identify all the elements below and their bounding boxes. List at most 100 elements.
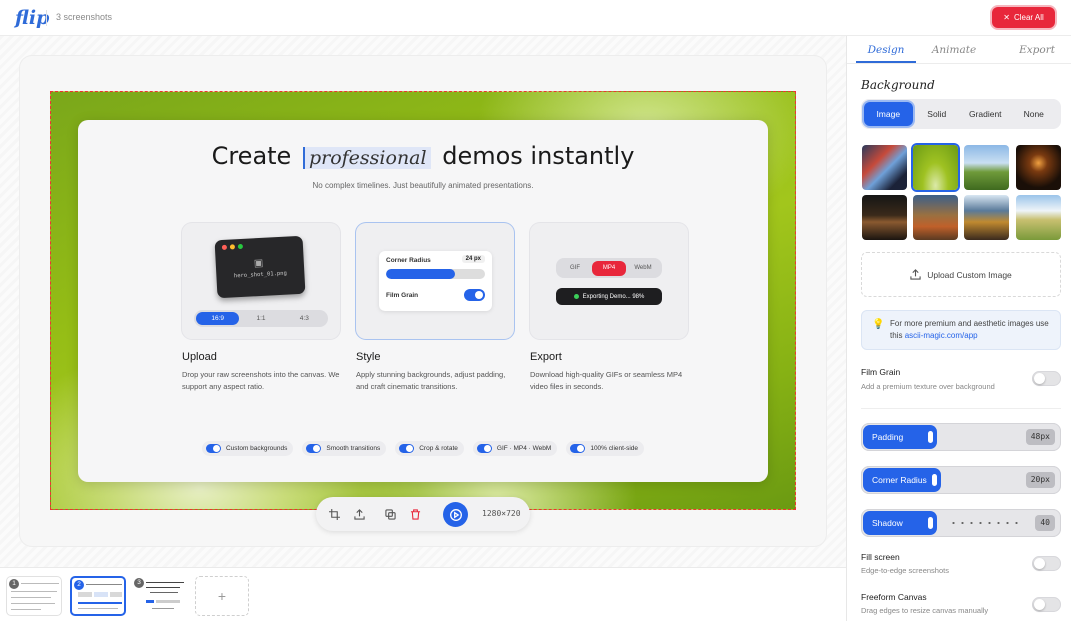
- corner-radius-value[interactable]: 20px: [1025, 472, 1055, 488]
- divider: [46, 10, 47, 26]
- feature-desc: Download high-quality GIFs or seamless M…: [530, 370, 683, 391]
- toggle-icon: [570, 444, 586, 453]
- chip: GIF · MP4 · WebM: [472, 441, 558, 456]
- corner-radius-bar: [386, 269, 485, 279]
- feature-card-style: Corner Radius 24 px Film Grain: [356, 223, 514, 339]
- shadow-slider[interactable]: Shadow 40: [861, 509, 1061, 537]
- padding-slider[interactable]: Padding 48px: [861, 423, 1061, 451]
- play-icon: [449, 508, 462, 521]
- trash-icon[interactable]: [407, 506, 423, 522]
- aspect-ratio-toggle: 16:9 1:1 4:3: [194, 310, 328, 327]
- bg-swatch-2[interactable]: [913, 145, 958, 190]
- corner-radius-fill: [386, 269, 455, 279]
- chip: 100% client-side: [566, 441, 645, 456]
- tab-design[interactable]: Design: [856, 44, 916, 56]
- slide-thumbnail-1[interactable]: 1: [6, 576, 62, 616]
- bg-swatch-4[interactable]: [1016, 145, 1061, 190]
- freeform-canvas-toggle[interactable]: [1032, 597, 1061, 612]
- export-progress: Exporting Demo... 98%: [556, 288, 662, 305]
- freeform-canvas-label: Freeform Canvas: [861, 592, 927, 602]
- duplicate-icon[interactable]: [382, 506, 398, 522]
- bg-swatch-5[interactable]: [862, 195, 907, 240]
- ratio-4-3: 4:3: [299, 315, 309, 322]
- slider-ticks: [949, 522, 1019, 524]
- feature-title: Export: [530, 351, 562, 363]
- feature-card-export: GIF MP4 WebM Exporting Demo... 98%: [530, 223, 688, 339]
- bg-swatch-7[interactable]: [964, 195, 1009, 240]
- toggle-icon: [476, 444, 492, 453]
- format-toggle: GIF MP4 WebM: [556, 258, 662, 278]
- tab-export[interactable]: Export: [1007, 44, 1067, 56]
- corner-radius-value: 24 px: [461, 255, 485, 263]
- slide-thumbnail-2[interactable]: 2: [70, 576, 126, 616]
- shadow-value[interactable]: 40: [1035, 515, 1055, 531]
- padding-value[interactable]: 48px: [1025, 429, 1055, 445]
- top-bar: flip 3 screenshots ✕ Clear All: [0, 0, 1071, 36]
- bg-type-gradient[interactable]: Gradient: [961, 102, 1010, 126]
- status-dot: [573, 294, 579, 299]
- add-slide-button[interactable]: +: [195, 576, 249, 616]
- corner-radius-slider[interactable]: Corner Radius 20px: [861, 466, 1061, 494]
- settings-panel: Design Animate Export Background Image S…: [846, 36, 1071, 621]
- bg-swatch-6[interactable]: [913, 195, 958, 240]
- freeform-canvas-desc: Drag edges to resize canvas manually: [861, 606, 989, 615]
- ratio-1-1: 1:1: [256, 315, 266, 322]
- tab-animate[interactable]: Animate: [924, 44, 984, 56]
- fill-screen-desc: Edge-to-edge screenshots: [861, 566, 949, 575]
- clear-all-button[interactable]: ✕ Clear All: [992, 7, 1055, 28]
- film-grain-label: Film Grain: [861, 367, 901, 377]
- padding-label: Padding: [863, 425, 937, 449]
- format-webm: WebM: [634, 264, 652, 271]
- film-grain-toggle: [464, 289, 485, 301]
- headline-highlight: professional: [302, 147, 431, 169]
- upload-custom-image-button[interactable]: Upload Custom Image: [861, 252, 1061, 297]
- screenshot-preview[interactable]: Create professional demos instantly No c…: [78, 120, 768, 482]
- feature-desc: Apply stunning backgrounds, adjust paddi…: [356, 370, 506, 391]
- corner-radius-label: Corner Radius: [386, 257, 431, 264]
- film-grain-toggle[interactable]: [1032, 371, 1061, 386]
- slide-thumbnail-3[interactable]: 3: [132, 576, 188, 616]
- chip-label: Smooth transitions: [326, 445, 381, 452]
- lightbulb-icon: 💡: [872, 319, 885, 330]
- chip-label: Custom backgrounds: [225, 445, 288, 452]
- panel-tabs: Design Animate Export: [847, 36, 1071, 64]
- feature-desc: Drop your raw screenshots into the canva…: [182, 370, 340, 391]
- export-progress-label: Exporting Demo... 98%: [582, 293, 645, 300]
- bg-type-solid[interactable]: Solid: [913, 102, 962, 126]
- chip: Crop & rotate: [395, 441, 464, 456]
- chip-label: 100% client-side: [590, 445, 639, 452]
- feature-card-upload: ▣ hero_shot_01.png 16:9 1:1 4:3: [182, 223, 340, 339]
- chip: Smooth transitions: [302, 441, 387, 456]
- film-grain-label: Film Grain: [386, 292, 419, 299]
- window-filename: hero_shot_01.png: [233, 270, 288, 280]
- slide-number: 3: [134, 578, 144, 588]
- feature-title: Style: [356, 351, 381, 363]
- format-gif: GIF: [570, 264, 580, 271]
- bg-swatch-3[interactable]: [964, 145, 1009, 190]
- chip-label: Crop & rotate: [419, 445, 458, 452]
- bg-type-none[interactable]: None: [1010, 102, 1059, 126]
- shadow-label: Shadow: [863, 511, 937, 535]
- hero-subtitle: No complex timelines. Just beautifully a…: [312, 181, 534, 190]
- window-mockup: ▣ hero_shot_01.png: [214, 235, 306, 299]
- background-type-segment: Image Solid Gradient None: [861, 99, 1061, 129]
- bg-type-image[interactable]: Image: [864, 102, 913, 126]
- headline-pre: Create: [211, 142, 292, 170]
- chip: Custom backgrounds: [201, 441, 294, 456]
- bg-swatch-1[interactable]: [862, 145, 907, 190]
- bg-swatch-8[interactable]: [1016, 195, 1061, 240]
- toggle-icon: [205, 444, 221, 453]
- export-icon[interactable]: [351, 506, 367, 522]
- fill-screen-label: Fill screen: [861, 552, 900, 562]
- app-logo[interactable]: flip: [15, 7, 49, 29]
- canvas-dimensions: 1280×720: [482, 509, 521, 518]
- crop-icon[interactable]: [326, 506, 342, 522]
- screenshot-count: 3 screenshots: [56, 12, 113, 22]
- corner-radius-label: Corner Radius: [863, 468, 941, 492]
- fill-screen-toggle[interactable]: [1032, 556, 1061, 571]
- play-button[interactable]: [443, 502, 468, 527]
- divider: [861, 408, 1061, 409]
- slide-number: 1: [9, 579, 19, 589]
- tab-underline: [856, 61, 916, 63]
- tip-link[interactable]: ascii-magic.com/app: [905, 331, 978, 340]
